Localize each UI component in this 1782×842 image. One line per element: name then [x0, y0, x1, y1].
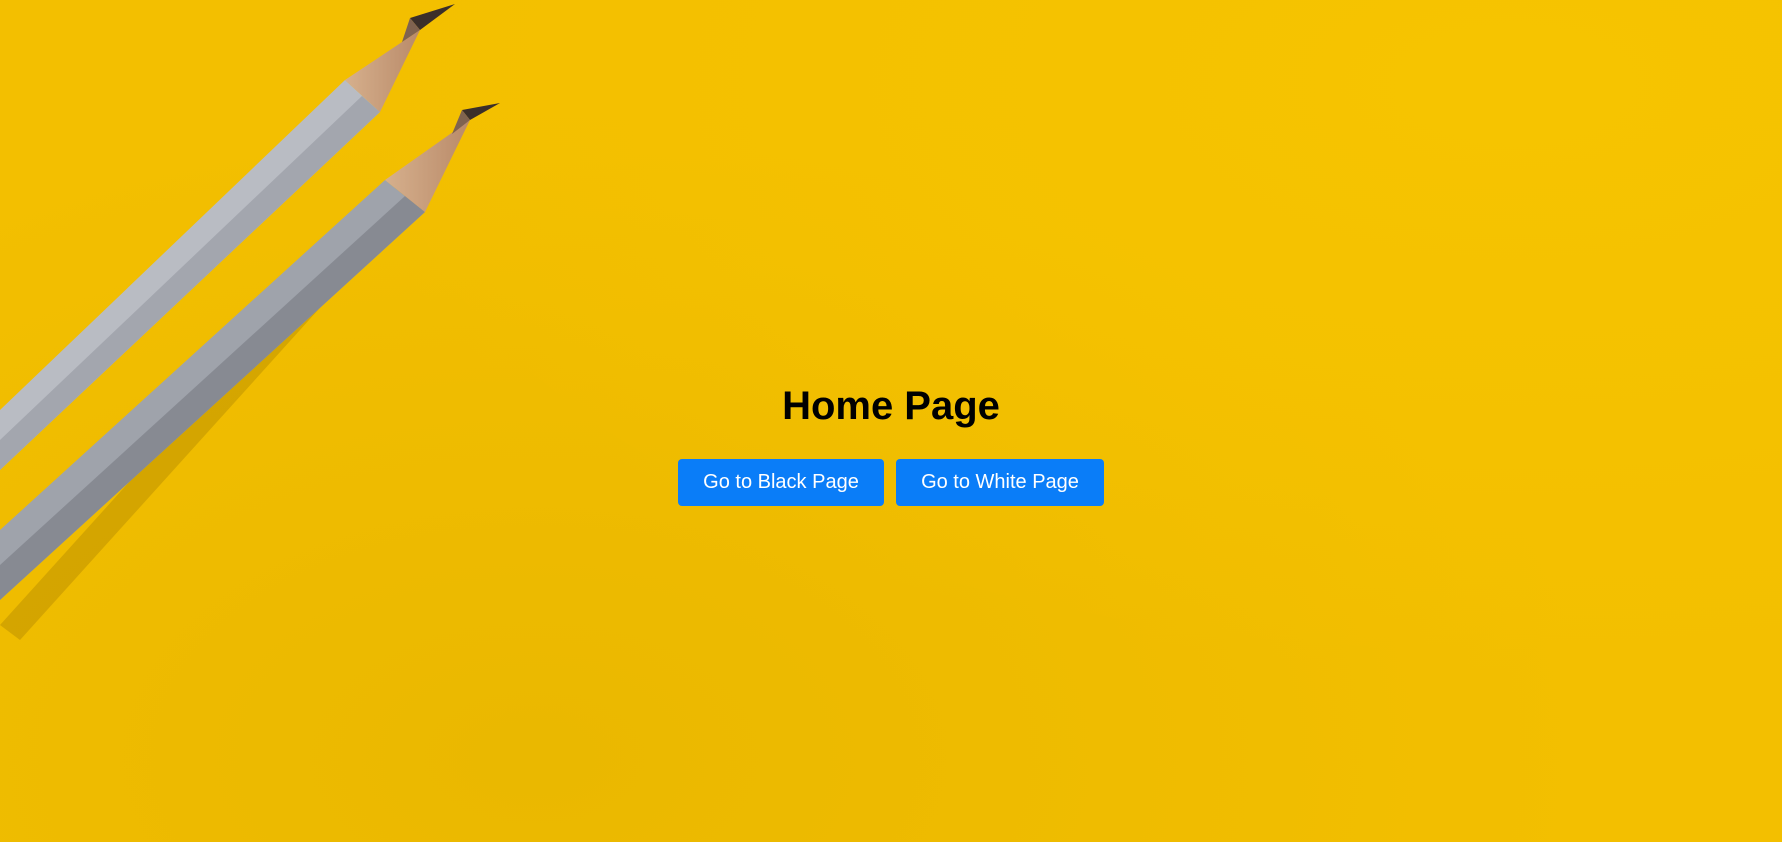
page-title: Home Page — [782, 384, 1000, 428]
go-to-white-page-button[interactable]: Go to White Page — [896, 459, 1104, 506]
button-row: Go to Black Page Go to White Page — [0, 459, 1782, 506]
pencils-image — [0, 4, 500, 640]
go-to-black-page-button[interactable]: Go to Black Page — [678, 459, 884, 506]
home-content: Home Page Go to Black Page Go to White P… — [0, 380, 1782, 506]
